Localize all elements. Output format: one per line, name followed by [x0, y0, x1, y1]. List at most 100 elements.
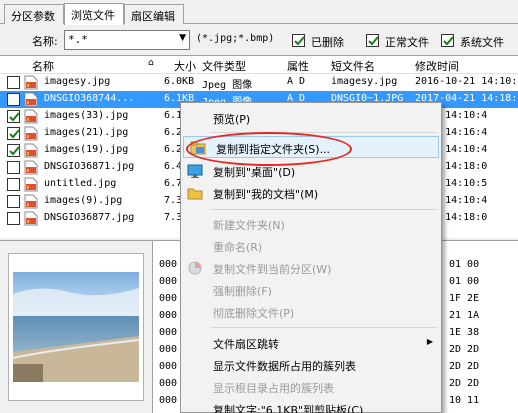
- column-short-name[interactable]: 短文件名: [331, 58, 375, 74]
- menu-item-show-root-clusters[interactable]: 显示根目录占用的簇列表: [181, 376, 441, 398]
- check-icon: [368, 36, 379, 46]
- menu-item-show-cluster-list[interactable]: 显示文件数据所占用的簇列表: [181, 354, 441, 376]
- deleted-checkbox[interactable]: [292, 34, 305, 47]
- hex-bytes: 10 11: [449, 395, 480, 406]
- column-size[interactable]: 大小: [174, 58, 196, 74]
- image-preview: [8, 253, 144, 401]
- menu-item-force-delete[interactable]: 强制删除(F): [181, 279, 441, 301]
- cell-type: Jpeg 图像: [202, 80, 253, 91]
- hex-bytes: 01 00: [449, 276, 480, 287]
- deleted-label: 已删除: [311, 36, 344, 49]
- row-checkbox[interactable]: [7, 110, 20, 123]
- normal-files-checkbox[interactable]: [366, 34, 379, 47]
- cell-name: DNSGIO36871.jpg: [44, 161, 135, 172]
- hex-offset: 000: [159, 327, 178, 338]
- column-type[interactable]: 文件类型: [202, 58, 246, 74]
- cell-short: imagesy.jpg: [331, 76, 398, 87]
- chevron-down-icon[interactable]: ▼: [179, 33, 186, 43]
- recover-icon: [187, 260, 203, 276]
- cell-name: images(19).jpg: [44, 144, 129, 155]
- tab-label: 浏览文件: [71, 9, 115, 22]
- hex-offset: 000: [159, 310, 178, 321]
- check-icon: [9, 146, 20, 156]
- row-checkbox[interactable]: [7, 178, 20, 191]
- menu-item-wipe-delete[interactable]: 彻底删除文件(P): [181, 301, 441, 323]
- column-attr[interactable]: 属性: [287, 58, 309, 74]
- row-checkbox[interactable]: [7, 127, 20, 140]
- image-file-icon: [24, 109, 38, 124]
- image-file-icon: [24, 75, 38, 90]
- row-checkbox[interactable]: [7, 212, 20, 225]
- hex-offset: 000: [159, 344, 178, 355]
- system-files-checkbox[interactable]: [441, 34, 454, 47]
- column-name[interactable]: 名称: [32, 58, 54, 74]
- menu-separator: [211, 209, 437, 210]
- tab-label: 扇区编辑: [131, 10, 175, 23]
- image-file-icon: [24, 92, 38, 107]
- row-checkbox[interactable]: [7, 195, 20, 208]
- menu-item-copy-to-documents[interactable]: 复制到"我的文档"(M): [181, 182, 441, 204]
- row-checkbox[interactable]: [7, 144, 20, 157]
- tab-label: 分区参数: [11, 10, 55, 23]
- cell-name: images(9).jpg: [44, 195, 123, 206]
- hex-offset: 000: [159, 395, 178, 406]
- tab-partition-params[interactable]: 分区参数: [4, 4, 64, 24]
- extension-hint: (*.jpg;*.bmp): [196, 33, 275, 44]
- cell-name: imagesy.jpg: [44, 76, 111, 87]
- column-modified-time[interactable]: 修改时间: [415, 58, 459, 74]
- folder-icon: [187, 185, 203, 201]
- up-folder-icon[interactable]: ⌂: [148, 58, 154, 68]
- row-checkbox[interactable]: [7, 161, 20, 174]
- file-list-header: 名称 ⌂ 大小 文件类型 属性 短文件名 修改时间: [0, 56, 518, 74]
- hex-offset: 000: [159, 293, 178, 304]
- check-icon: [9, 112, 20, 122]
- menu-separator: [211, 327, 437, 328]
- cell-attr: A D: [287, 76, 306, 87]
- cell-name: untitled.jpg: [44, 178, 117, 189]
- name-filter-combo[interactable]: *.* ▼: [64, 30, 190, 50]
- menu-item-new-folder[interactable]: 新建文件夹(N): [181, 213, 441, 235]
- menu-item-rename[interactable]: 重命名(R): [181, 235, 441, 257]
- normal-files-label: 正常文件: [385, 36, 429, 49]
- name-filter-label: 名称:: [32, 35, 58, 48]
- monitor-icon: [187, 163, 203, 179]
- row-checkbox[interactable]: [7, 93, 20, 106]
- hex-bytes: 21 1A: [449, 310, 480, 321]
- cell-name: images(21).jpg: [44, 127, 129, 138]
- submenu-arrow-icon: ▶: [426, 337, 433, 346]
- hex-offset: 000: [159, 276, 178, 287]
- cell-name: DNSGIO368744...: [44, 93, 135, 104]
- cell-name: DNSGIO36877.jpg: [44, 212, 135, 223]
- image-file-icon: [24, 211, 38, 226]
- hex-bytes: 2D 2D: [449, 344, 480, 355]
- row-checkbox[interactable]: [7, 76, 20, 89]
- name-filter-value: *.*: [68, 33, 88, 46]
- cell-size: 6.0KB: [164, 76, 195, 87]
- image-file-icon: [24, 143, 38, 158]
- hex-offset: 000: [159, 259, 178, 270]
- hex-bytes: 2D 2D: [449, 378, 480, 389]
- image-file-icon: [24, 126, 38, 141]
- image-file-icon: [24, 194, 38, 209]
- cell-name: images(33).jpg: [44, 110, 129, 121]
- menu-item-copy-text[interactable]: 复制文字:"6.1KB"到剪贴板(C): [181, 398, 441, 413]
- highlight-annotation-oval: [186, 132, 352, 166]
- hex-bytes: 1F 2E: [449, 293, 480, 304]
- check-icon: [294, 36, 305, 46]
- image-file-icon: [24, 177, 38, 192]
- hex-bytes: 1E 38: [449, 327, 480, 338]
- check-icon: [9, 129, 20, 139]
- tab-browse-files[interactable]: 浏览文件: [64, 3, 124, 25]
- image-file-icon: [24, 160, 38, 175]
- filter-bar: 名称: *.* ▼ (*.jpg;*.bmp) 已删除 正常文件 系统文件: [0, 25, 518, 55]
- cell-mtime: 2016-10-21 14:10:5: [415, 76, 518, 87]
- menu-item-sector-jump[interactable]: 文件扇区跳转 ▶: [181, 332, 441, 354]
- hex-bytes: 2D 2D: [449, 361, 480, 372]
- check-icon: [443, 36, 454, 46]
- system-files-label: 系统文件: [460, 36, 504, 49]
- tab-sector-edit[interactable]: 扇区编辑: [124, 4, 184, 24]
- tab-bar: 分区参数 浏览文件 扇区编辑: [0, 0, 518, 25]
- menu-item-copy-to-partition[interactable]: 复制文件到当前分区(W): [181, 257, 441, 279]
- menu-item-preview[interactable]: 预览(P): [181, 107, 441, 129]
- table-row[interactable]: imagesy.jpg 6.0KB Jpeg 图像 A D imagesy.jpg 201…: [0, 74, 518, 91]
